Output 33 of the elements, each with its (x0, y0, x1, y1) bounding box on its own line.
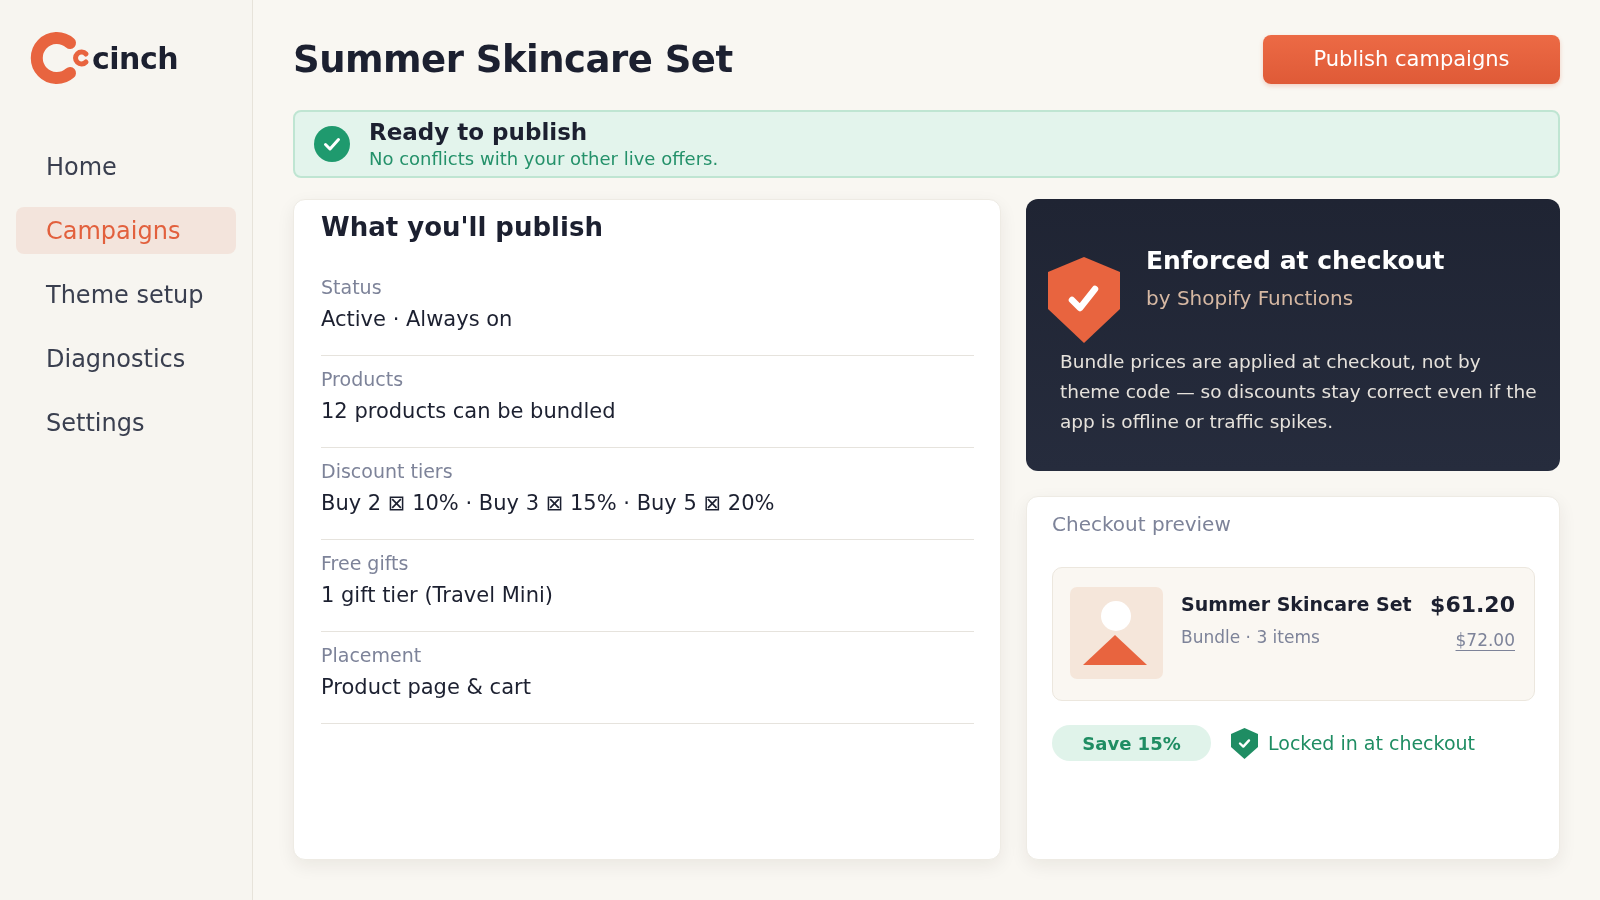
field-label: Products (321, 367, 405, 392)
field-label: Free gifts (321, 551, 410, 576)
savings-badge: Save 15% (1052, 725, 1211, 761)
field-label: Discount tiers (321, 459, 454, 484)
field-label: Placement (321, 643, 423, 668)
info-card-text: Bundle prices are applied at checkout, not by theme code — so discounts stay correct even if the app is offline or traffic spikes. (1060, 350, 1538, 434)
field-value: 1 gift tier (Travel Mini) (321, 582, 554, 609)
page-title: Summer Skincare Set (293, 37, 733, 81)
shield-check-icon (1231, 727, 1258, 759)
info-card-subtitle: by Shopify Functions (1146, 285, 1355, 312)
info-card-title: Enforced at checkout (1146, 245, 1445, 277)
image-placeholder-icon (1070, 587, 1163, 679)
card-title: Checkout preview (1052, 511, 1232, 538)
item-price: $61.20 (1430, 591, 1515, 619)
field-value: Active · Always on (321, 306, 514, 333)
sidebar-nav-item[interactable]: Diagnostics (16, 335, 236, 382)
sidebar-nav-item[interactable]: Home (16, 143, 236, 190)
item-name: Summer Skincare Set (1181, 592, 1413, 617)
banner-message: No conflicts with your other live offers. (369, 147, 719, 171)
logo-text: cinch (92, 40, 179, 76)
check-circle-icon (314, 126, 350, 162)
item-meta: Bundle · 3 items (1181, 626, 1321, 649)
field-label: Status (321, 275, 383, 300)
lock-note: Locked in at checkout (1268, 732, 1475, 754)
sidebar-nav-item[interactable]: Settings (16, 399, 236, 446)
field-value: Product page & cart (321, 674, 532, 701)
original-price: $72.00 (1455, 629, 1515, 651)
shield-check-icon (1048, 257, 1120, 343)
sidebar-nav-item[interactable]: Theme setup (16, 271, 236, 318)
banner-title: Ready to publish (369, 118, 589, 147)
card-title: What you'll publish (321, 211, 604, 244)
field-value: Buy 2 ⊠ 10% · Buy 3 ⊠ 15% · Buy 5 ⊠ 20% (321, 490, 776, 517)
field-value: 12 products can be bundled (321, 398, 617, 425)
